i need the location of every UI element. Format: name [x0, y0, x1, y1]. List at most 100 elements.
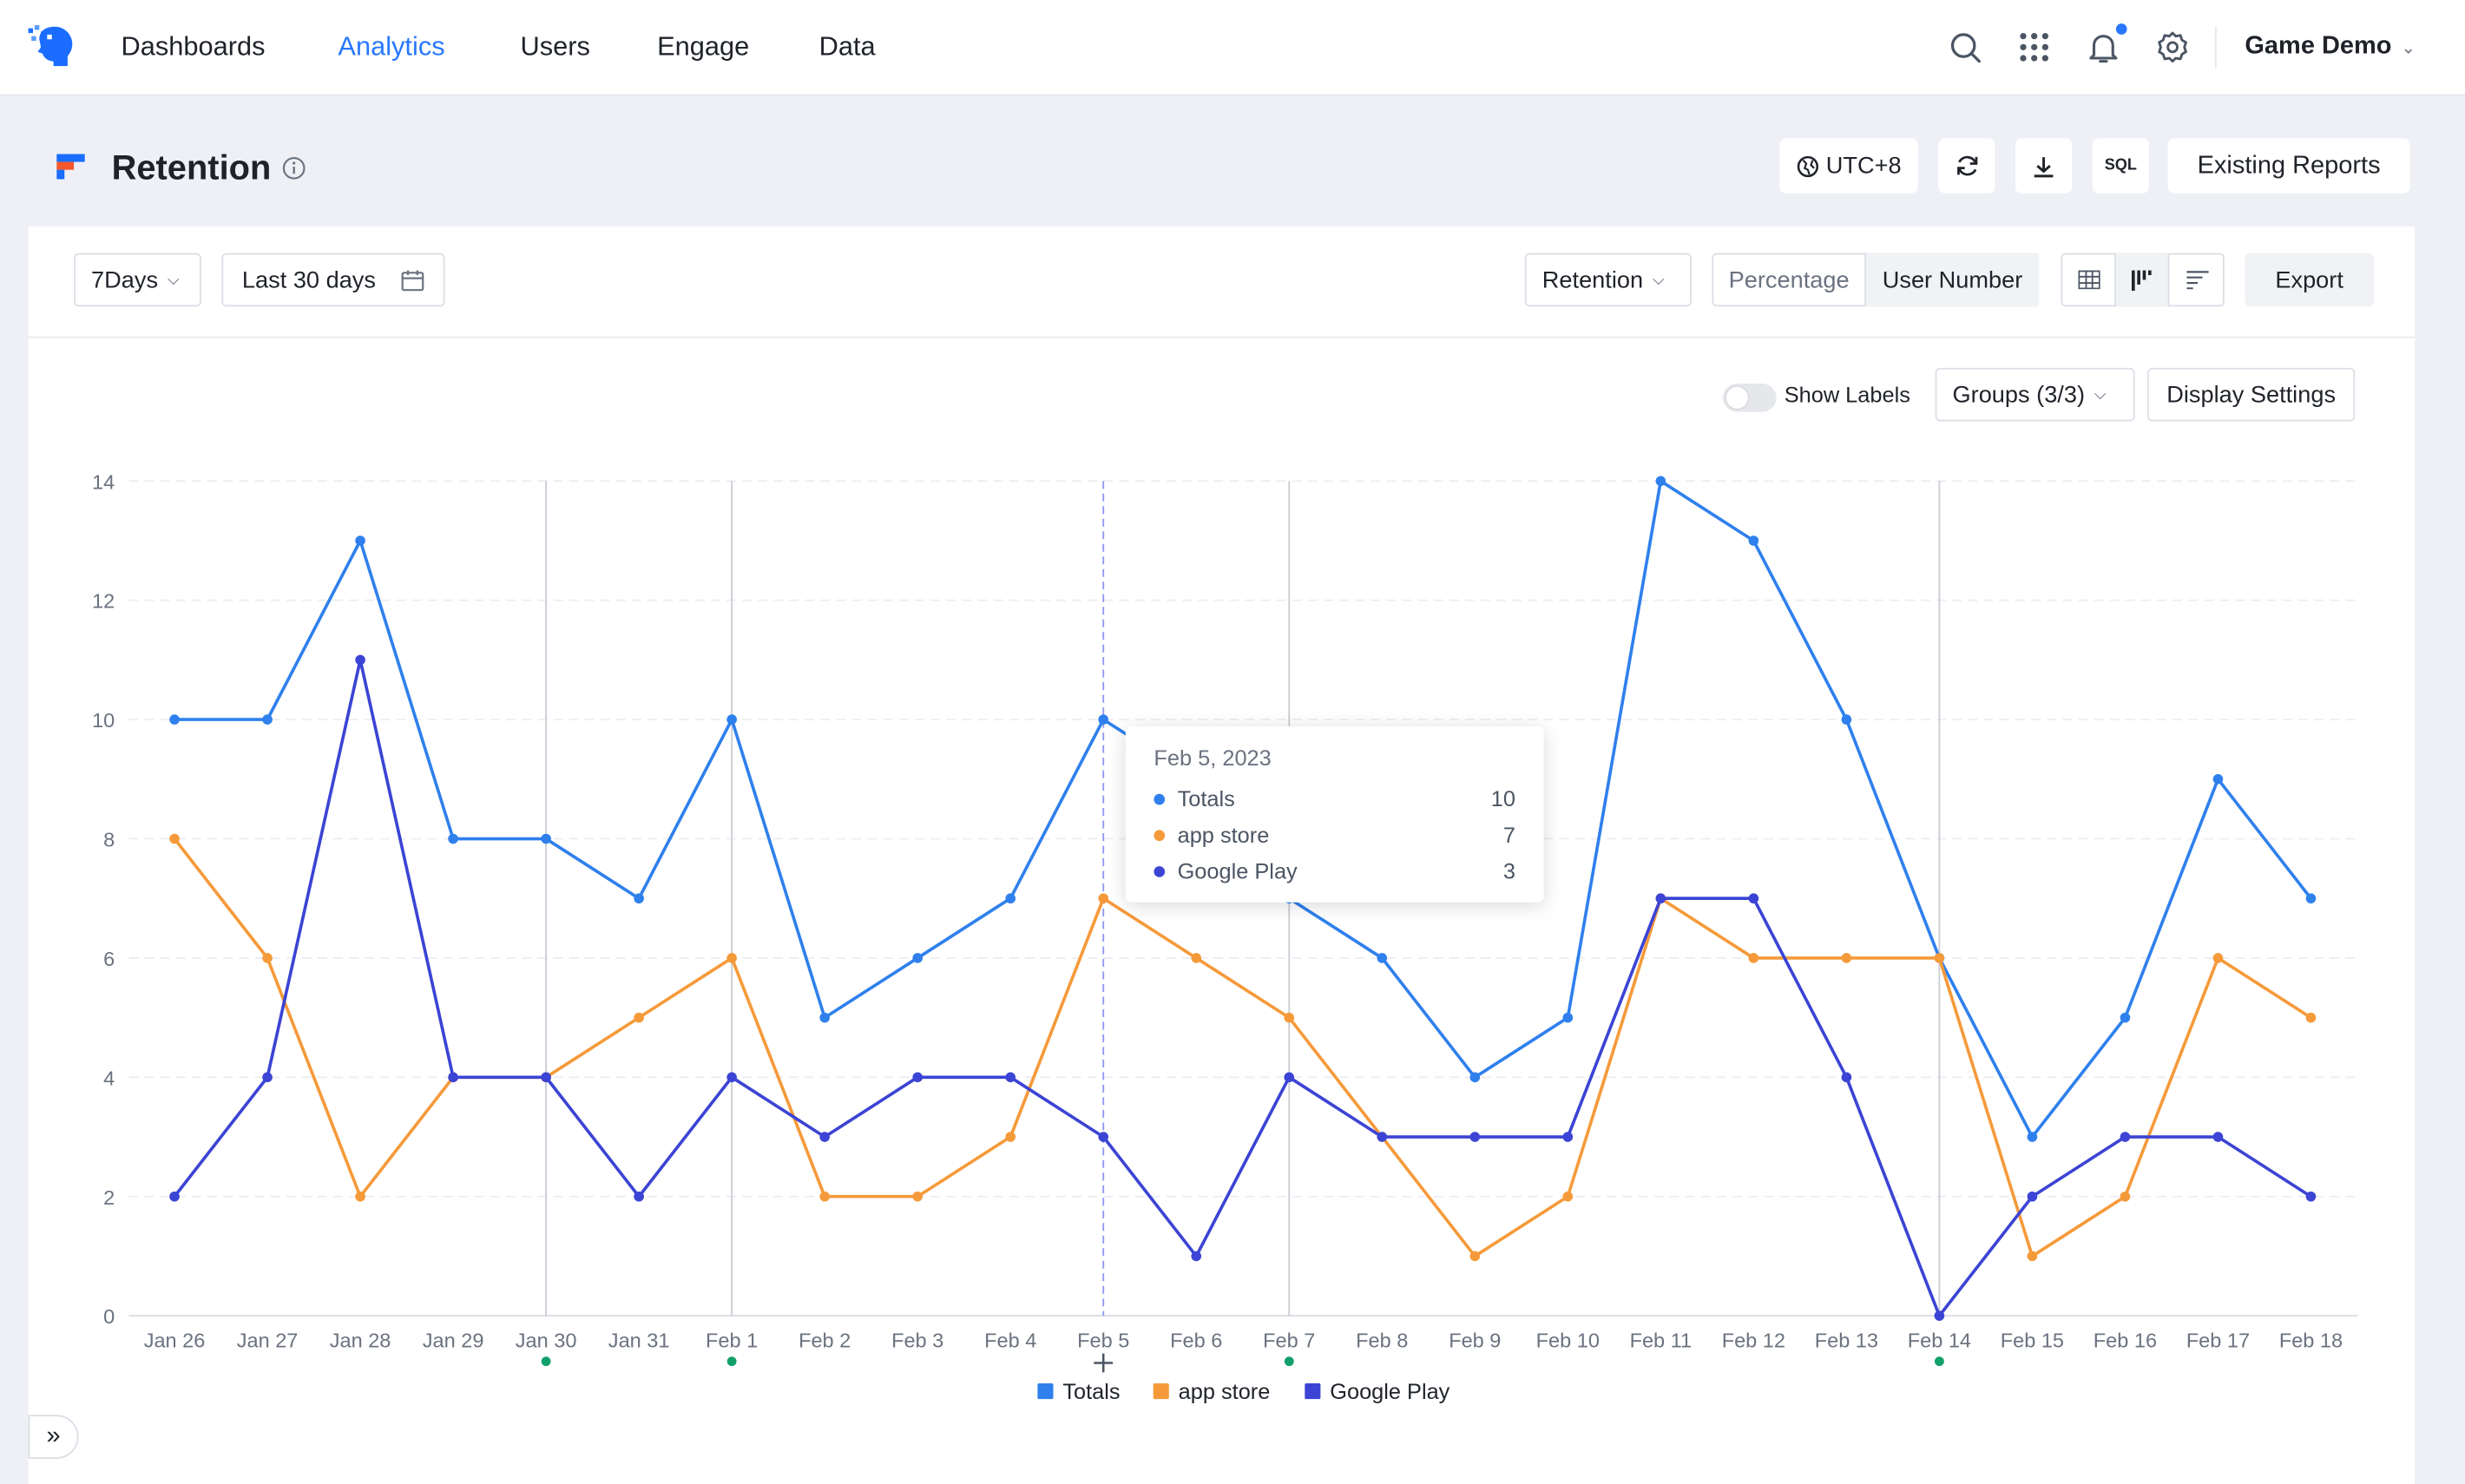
- x-tick-label: Feb 18: [2279, 1329, 2343, 1351]
- google-play-point: [1098, 1132, 1109, 1142]
- google-play-point: [262, 1072, 273, 1083]
- tooltip-series-name: app store: [1177, 822, 1270, 848]
- expand-sidebar-button[interactable]: »: [28, 1415, 79, 1459]
- app-store-point: [1098, 893, 1109, 904]
- tooltip-series-name: Totals: [1177, 785, 1235, 811]
- marked-date-dot: [1284, 1356, 1294, 1367]
- y-tick-label: 14: [92, 470, 115, 493]
- y-tick-label: 8: [103, 829, 115, 851]
- legend-swatch: [1037, 1383, 1054, 1400]
- google-play-point: [1748, 893, 1759, 904]
- totals-dot: [1154, 793, 1166, 805]
- totals-point: [169, 714, 180, 725]
- x-tick-label: Feb 15: [2001, 1329, 2064, 1351]
- x-tick-label: Feb 10: [1536, 1329, 1600, 1351]
- totals-point: [912, 953, 923, 963]
- totals-point: [819, 1012, 830, 1023]
- x-tick-label: Jan 26: [144, 1329, 206, 1351]
- app-store-point: [2027, 1251, 2038, 1262]
- app-store-point: [169, 833, 180, 844]
- google-play-point: [1562, 1132, 1574, 1142]
- google-play-point: [1377, 1132, 1388, 1142]
- google-play-point: [819, 1132, 830, 1142]
- app-store-point: [819, 1191, 830, 1202]
- totals-point: [1748, 535, 1759, 546]
- google-play-point: [1469, 1132, 1481, 1142]
- google-play-point: [1841, 1072, 1852, 1083]
- app-store-point: [1748, 953, 1759, 963]
- totals-point: [2120, 1012, 2131, 1023]
- legend-swatch: [1153, 1383, 1169, 1400]
- google-play-point: [169, 1191, 180, 1202]
- totals-point: [726, 714, 737, 725]
- x-tick-label: Feb 17: [2186, 1329, 2250, 1351]
- x-tick-label: Feb 4: [984, 1329, 1036, 1351]
- x-tick-label: Feb 5: [1077, 1329, 1129, 1351]
- tooltip-row: Totals 10: [1154, 786, 1515, 815]
- app-store-point: [1562, 1191, 1574, 1202]
- google-play-point: [355, 654, 365, 666]
- totals-point: [2305, 893, 2317, 904]
- y-tick-label: 10: [92, 709, 115, 732]
- y-tick-label: 12: [92, 590, 115, 613]
- app-store-point: [1284, 1012, 1295, 1023]
- x-tick-label: Jan 30: [516, 1329, 577, 1351]
- app-store-point: [262, 953, 273, 963]
- totals-point: [1841, 714, 1852, 725]
- app-store-point: [355, 1191, 365, 1202]
- y-tick-label: 0: [103, 1305, 115, 1328]
- app-store-point: [2120, 1191, 2131, 1202]
- tooltip-series-name: Google Play: [1177, 858, 1298, 884]
- app-store-point: [1191, 953, 1202, 963]
- y-tick-label: 6: [103, 948, 115, 970]
- y-tick-label: 2: [103, 1186, 115, 1209]
- legend-label: Google Play: [1330, 1380, 1449, 1404]
- legend-swatch: [1305, 1383, 1321, 1400]
- x-tick-label: Jan 29: [423, 1329, 484, 1351]
- totals-point: [1377, 953, 1388, 963]
- x-tick-label: Jan 31: [608, 1329, 670, 1351]
- totals-point: [355, 535, 365, 546]
- google-play-point: [448, 1072, 458, 1083]
- double-chevron-right-icon: »: [46, 1422, 61, 1450]
- app-store-dot: [1154, 830, 1166, 842]
- x-tick-label: Feb 14: [1908, 1329, 1971, 1351]
- google-play-point: [912, 1072, 923, 1083]
- google-play-point: [1191, 1251, 1202, 1262]
- app-store-point: [1469, 1251, 1481, 1262]
- totals-point: [2212, 774, 2224, 785]
- x-tick-label: Feb 7: [1263, 1329, 1315, 1351]
- app-store-point: [1934, 953, 1945, 963]
- marked-date-dot: [726, 1356, 737, 1367]
- app-store-point: [1005, 1132, 1016, 1142]
- totals-point: [1098, 714, 1109, 725]
- tooltip-row: Google Play 3: [1154, 858, 1515, 887]
- x-tick-label: Feb 9: [1449, 1329, 1501, 1351]
- app-store-point: [2305, 1012, 2317, 1023]
- x-tick-label: Feb 16: [2094, 1329, 2157, 1351]
- legend-label: Totals: [1062, 1380, 1120, 1404]
- google-play-point: [1655, 893, 1666, 904]
- totals-point: [448, 833, 458, 844]
- legend-label: app store: [1179, 1380, 1271, 1404]
- chart-tooltip: Feb 5, 2023 Totals 10 app store 7 Google…: [1125, 726, 1544, 903]
- x-tick-label: Feb 12: [1722, 1329, 1785, 1351]
- app-store-point: [634, 1012, 644, 1023]
- totals-point: [1005, 893, 1016, 904]
- google-play-point: [1005, 1072, 1016, 1083]
- totals-point: [262, 714, 273, 725]
- google-play-point: [2212, 1132, 2224, 1142]
- app-store-point: [1841, 953, 1852, 963]
- tooltip-series-value: 3: [1502, 858, 1515, 884]
- y-tick-label: 4: [103, 1067, 115, 1089]
- google-play-point: [726, 1072, 737, 1083]
- x-tick-label: Feb 11: [1630, 1329, 1693, 1351]
- tooltip-series-value: 10: [1490, 785, 1515, 811]
- x-tick-label: Feb 3: [891, 1329, 943, 1351]
- google-play-point: [1284, 1072, 1295, 1083]
- marked-date-dot: [1934, 1356, 1944, 1367]
- marked-date-dot: [541, 1356, 551, 1367]
- x-tick-label: Jan 27: [237, 1329, 299, 1351]
- google-play-point: [2120, 1132, 2131, 1142]
- app-store-point: [726, 953, 737, 963]
